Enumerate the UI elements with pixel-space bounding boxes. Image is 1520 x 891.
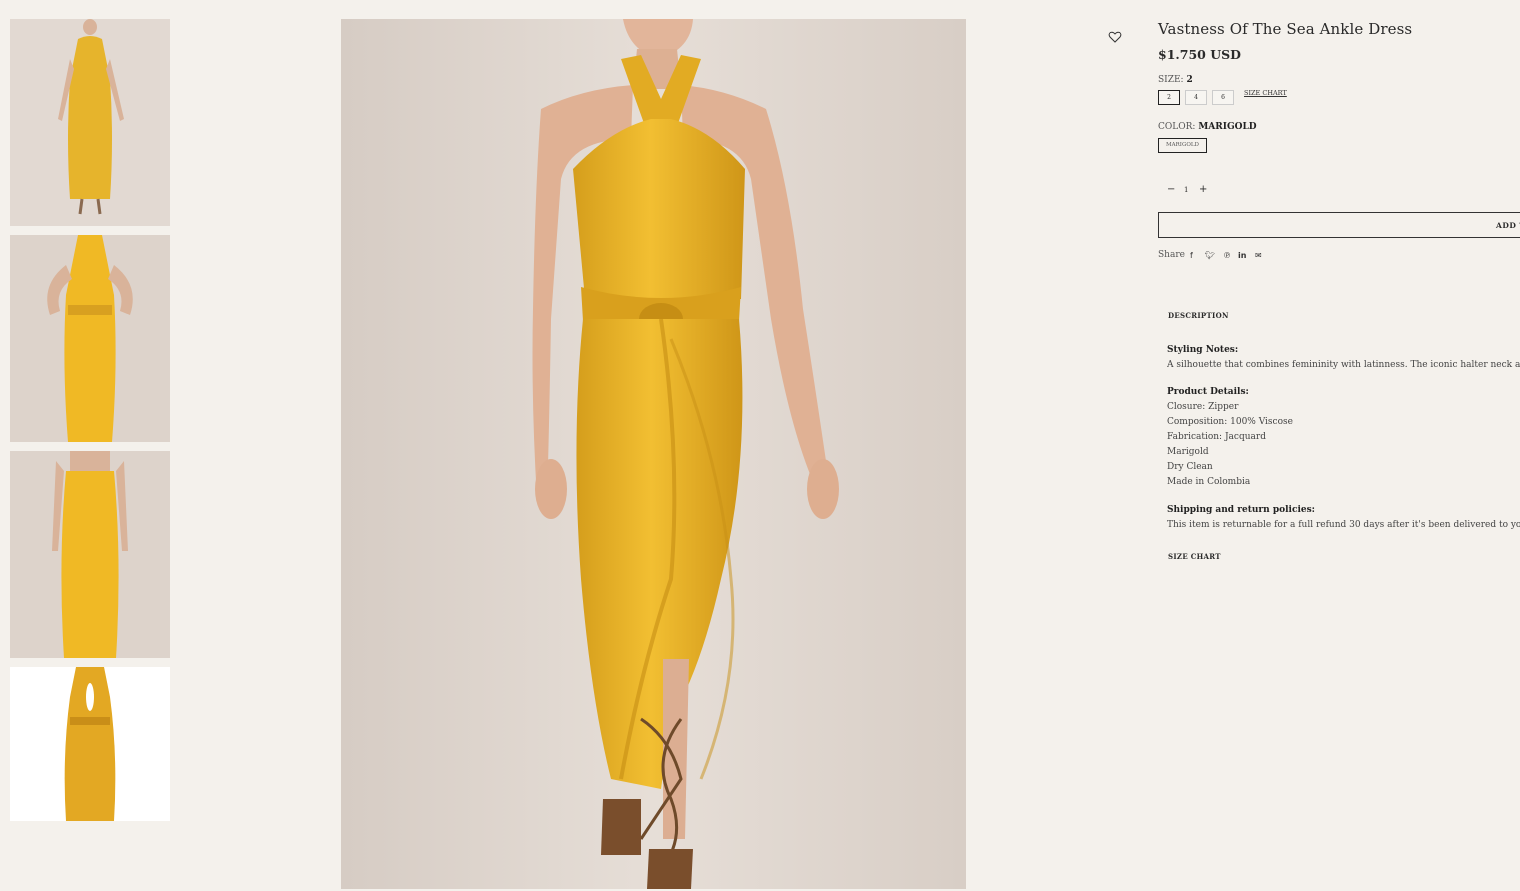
styling-notes-text: A silhouette that combines femininity wi…	[1167, 360, 1520, 370]
shipping-policies: Shipping and return policies: This item …	[1167, 503, 1520, 533]
size-option-4[interactable]: 4	[1185, 90, 1207, 105]
styling-notes-heading: Styling Notes:	[1167, 345, 1239, 355]
thumbnail-front-hands[interactable]	[10, 235, 170, 442]
color-selected: MARIGOLD	[1198, 122, 1257, 132]
detail-line: Closure: Zipper	[1167, 402, 1239, 412]
detail-line: Marigold	[1167, 447, 1209, 457]
detail-line: Composition: 100% Viscose	[1167, 417, 1293, 427]
quantity-decrease-button[interactable]: −	[1167, 184, 1175, 195]
thumbnail-front-image	[10, 19, 170, 226]
quantity-input[interactable]: 1	[1184, 186, 1188, 194]
model-photo	[341, 19, 966, 889]
product-price: $1.750 USD	[1158, 47, 1241, 62]
shipping-heading: Shipping and return policies:	[1167, 505, 1315, 515]
color-label: COLOR:	[1158, 122, 1196, 132]
color-option-marigold[interactable]: MARIGOLD	[1158, 138, 1207, 153]
tab-description[interactable]: DESCRIPTION	[1168, 311, 1229, 320]
styling-notes: Styling Notes: A silhouette that combine…	[1167, 343, 1520, 373]
thumbnail-flat[interactable]	[10, 667, 170, 821]
thumbnail-back[interactable]	[10, 451, 170, 658]
share-label: Share	[1158, 250, 1185, 260]
tab-size-chart[interactable]: SIZE CHART	[1168, 552, 1221, 561]
size-option-6[interactable]: 6	[1212, 90, 1234, 105]
size-selected: 2	[1186, 75, 1193, 85]
thumbnail-back-image	[10, 451, 170, 658]
size-chart-link[interactable]: SIZE CHART	[1244, 89, 1287, 97]
facebook-icon[interactable]: f	[1190, 251, 1193, 260]
detail-line: Dry Clean	[1167, 462, 1213, 472]
shipping-text: This item is returnable for a full refun…	[1167, 520, 1520, 530]
product-details-heading: Product Details:	[1167, 387, 1249, 397]
main-product-image[interactable]	[341, 19, 966, 889]
thumbnail-flat-image	[10, 667, 170, 821]
size-label: SIZE:	[1158, 75, 1184, 85]
quantity-increase-button[interactable]: +	[1199, 184, 1207, 195]
twitter-icon[interactable]: 🐦︎	[1205, 251, 1215, 260]
add-to-cart-button[interactable]: ADD TO CART	[1158, 212, 1520, 238]
size-label-row: SIZE: 2	[1158, 75, 1193, 85]
linkedin-icon[interactable]: in	[1238, 251, 1246, 260]
detail-line: Made in Colombia	[1167, 477, 1251, 487]
detail-line: Fabrication: Jacquard	[1167, 432, 1266, 442]
thumbnail-front[interactable]	[10, 19, 170, 226]
wishlist-heart-icon[interactable]	[1108, 29, 1122, 43]
color-label-row: COLOR: MARIGOLD	[1158, 122, 1257, 132]
add-to-cart-label: ADD TO CART	[1496, 221, 1520, 230]
product-title: Vastness Of The Sea Ankle Dress	[1158, 20, 1413, 38]
pinterest-icon[interactable]: ℗	[1223, 251, 1231, 260]
email-icon[interactable]: ✉	[1255, 251, 1262, 260]
size-option-2[interactable]: 2	[1158, 90, 1180, 105]
thumbnail-front-hands-image	[10, 235, 170, 442]
product-details: Product Details: Closure: Zipper Composi…	[1167, 385, 1520, 490]
